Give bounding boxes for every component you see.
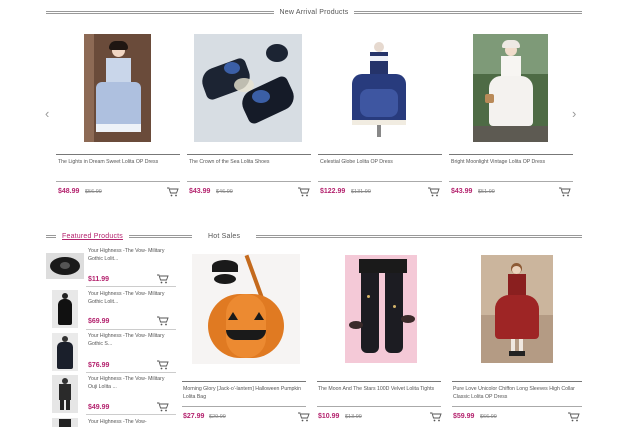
- header-rule-left: [46, 234, 56, 238]
- featured-image-black-gothic-dress[interactable]: [52, 290, 78, 328]
- product-name[interactable]: The Crown of the Sea Lolita Shoes: [189, 158, 309, 166]
- product-price: $122.99: [320, 188, 346, 195]
- featured-image-black-accessory[interactable]: [46, 253, 84, 279]
- hot-sales-title: Hot Sales: [208, 232, 241, 240]
- divider: [182, 381, 306, 382]
- divider: [317, 381, 441, 382]
- featured-header: Featured Products: [46, 231, 190, 241]
- featured-item-price: $76.99: [88, 362, 110, 369]
- shopping-cart-icon[interactable]: [167, 187, 179, 197]
- product-price: $43.99: [189, 188, 211, 195]
- divider: [449, 154, 573, 155]
- product-price: $59.99: [453, 413, 475, 420]
- new-arrival-title: New Arrival Products: [279, 8, 349, 16]
- header-rule-left: [46, 10, 274, 14]
- featured-item-name[interactable]: Your Highness -The Vow- Military Gothic …: [88, 248, 174, 263]
- featured-item-name[interactable]: Your Highness -The Vow-: [88, 419, 174, 427]
- shopping-cart-icon[interactable]: [298, 412, 310, 422]
- product-price: $43.99: [451, 188, 473, 195]
- divider: [318, 154, 442, 155]
- featured-image-black-ouji-outfit[interactable]: [52, 375, 78, 413]
- featured-item-name[interactable]: Your Highness -The Vow- Military Gothic …: [88, 291, 174, 306]
- divider: [86, 329, 176, 330]
- product-name[interactable]: Bright Moonlight Vintage Lolita OP Dress: [451, 158, 571, 166]
- shopping-cart-icon[interactable]: [559, 187, 571, 197]
- product-old-price: $51.99: [478, 189, 495, 195]
- chevron-right-icon[interactable]: ›: [572, 106, 576, 121]
- hot-sales-header: Hot Sales: [182, 231, 582, 241]
- product-name[interactable]: Pure Love Unicolor Chiffon Long Sleeves …: [453, 385, 581, 401]
- product-old-price: $46.99: [216, 189, 233, 195]
- shopping-cart-icon[interactable]: [568, 412, 580, 422]
- product-image-lolita-dress-light-blue[interactable]: [84, 34, 151, 142]
- shopping-cart-icon[interactable]: [298, 187, 310, 197]
- shopping-cart-icon[interactable]: [157, 274, 169, 284]
- divider: [317, 406, 441, 407]
- featured-item-price: $69.99: [88, 318, 110, 325]
- header-rule-right: [129, 234, 190, 238]
- shopping-cart-icon[interactable]: [157, 360, 169, 370]
- product-price: $10.99: [318, 413, 340, 420]
- divider: [56, 154, 180, 155]
- divider: [452, 406, 582, 407]
- new-arrival-header: New Arrival Products: [46, 7, 582, 17]
- product-image-pumpkin-bag[interactable]: [192, 254, 300, 364]
- shopping-cart-icon[interactable]: [428, 187, 440, 197]
- featured-image-black-gothic-coat[interactable]: [52, 333, 78, 371]
- chevron-left-icon[interactable]: ‹: [45, 106, 49, 121]
- featured-item-name[interactable]: Your Highness -The Vow- Military Ouji Lo…: [88, 376, 174, 391]
- divider: [187, 154, 311, 155]
- featured-item-price: $49.99: [88, 404, 110, 411]
- featured-title[interactable]: Featured Products: [56, 233, 129, 240]
- divider: [452, 381, 582, 382]
- shopping-cart-icon[interactable]: [157, 316, 169, 326]
- header-rule-left: [182, 234, 192, 238]
- product-image-lolita-shoes-navy[interactable]: [194, 34, 302, 142]
- header-rule-right: [256, 234, 582, 238]
- divider: [182, 406, 306, 407]
- product-name[interactable]: Morning Glory [Jack-o'-lantern] Hallowee…: [183, 385, 305, 401]
- product-image-lolita-dress-white[interactable]: [473, 34, 548, 142]
- product-image-black-tights[interactable]: [345, 255, 417, 363]
- header-rule-right: [354, 10, 582, 14]
- divider: [86, 372, 176, 373]
- divider: [86, 414, 176, 415]
- divider: [449, 181, 573, 182]
- product-price: $27.99: [183, 413, 205, 420]
- divider: [86, 286, 176, 287]
- product-old-price: $56.99: [85, 189, 102, 195]
- shopping-cart-icon[interactable]: [157, 402, 169, 412]
- product-price: $48.99: [58, 188, 80, 195]
- product-name[interactable]: Celestial Globe Lolita OP Dress: [320, 158, 440, 166]
- product-old-price: $131.99: [351, 189, 371, 195]
- product-old-price: $29.99: [209, 414, 226, 420]
- product-old-price: $13.99: [345, 414, 362, 420]
- divider: [56, 181, 180, 182]
- featured-item-price: $11.99: [88, 276, 110, 283]
- shopping-cart-icon[interactable]: [430, 412, 442, 422]
- divider: [318, 181, 442, 182]
- featured-item-name[interactable]: Your Highness -The Vow- Military Gothic …: [88, 333, 174, 348]
- featured-image-black-gothic-item[interactable]: [52, 418, 78, 427]
- product-image-red-classic-dress[interactable]: [481, 255, 553, 363]
- product-old-price: $66.99: [480, 414, 497, 420]
- product-name[interactable]: The Moon And The Stars 100D Velvet Lolit…: [318, 385, 440, 393]
- divider: [187, 181, 311, 182]
- product-image-lolita-dress-navy-stars[interactable]: [340, 34, 418, 142]
- product-name[interactable]: The Lights in Dream Sweet Lolita OP Dres…: [58, 158, 178, 166]
